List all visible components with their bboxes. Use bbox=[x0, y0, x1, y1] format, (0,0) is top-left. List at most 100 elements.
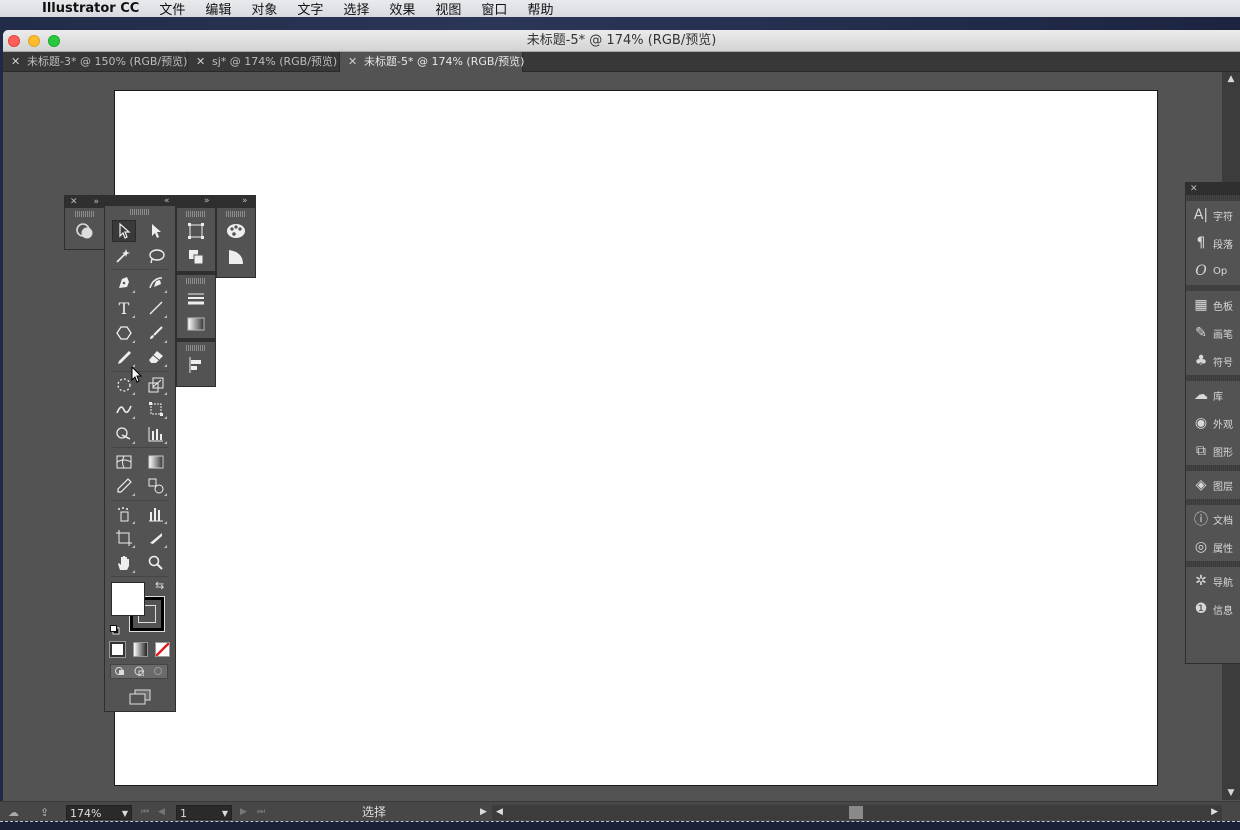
menu-window[interactable]: 窗口 bbox=[471, 0, 517, 18]
blend-tool-icon[interactable] bbox=[144, 475, 168, 497]
close-icon[interactable]: ✕ bbox=[1190, 183, 1198, 195]
dock-item-info[interactable]: ❶ 信息 bbox=[1186, 595, 1240, 623]
chevron-down-icon[interactable]: ▼ bbox=[222, 806, 228, 821]
close-window-button[interactable] bbox=[8, 35, 20, 47]
scroll-down-arrow-icon[interactable]: ▼ bbox=[1222, 786, 1240, 800]
dock-item-libraries[interactable]: ☁ 库 bbox=[1186, 381, 1240, 409]
menu-file[interactable]: 文件 bbox=[149, 0, 195, 18]
previous-artboard-icon[interactable]: ◀ bbox=[158, 805, 165, 820]
curvature-tool-icon[interactable] bbox=[144, 272, 168, 294]
menu-select[interactable]: 选择 bbox=[333, 0, 379, 18]
eraser-tool-icon[interactable] bbox=[144, 346, 168, 368]
dock-item-document-info[interactable]: ⓘ 文档 bbox=[1186, 505, 1240, 533]
dock-item-symbols[interactable]: ♣ 符号 bbox=[1186, 347, 1240, 375]
expand-icon[interactable]: » bbox=[242, 195, 248, 207]
panel-grip[interactable] bbox=[130, 209, 150, 215]
column-graph-tool-icon[interactable] bbox=[144, 423, 168, 445]
menu-type[interactable]: 文字 bbox=[287, 0, 333, 18]
minimize-window-button[interactable] bbox=[28, 35, 40, 47]
menu-object[interactable]: 对象 bbox=[241, 0, 287, 18]
dock-item-paragraph[interactable]: ¶ 段落 bbox=[1186, 229, 1240, 257]
free-transform-tool-icon[interactable] bbox=[144, 398, 168, 420]
magic-wand-tool-icon[interactable] bbox=[112, 245, 136, 267]
expand-icon[interactable]: » bbox=[93, 196, 99, 208]
panel-grip[interactable] bbox=[186, 278, 206, 284]
app-menu[interactable]: Illustrator CC bbox=[30, 1, 149, 16]
scale-tool-icon[interactable] bbox=[144, 374, 168, 396]
artboard-canvas[interactable] bbox=[114, 90, 1158, 786]
pathfinder-icon[interactable] bbox=[182, 245, 210, 269]
menu-view[interactable]: 视图 bbox=[425, 0, 471, 18]
document-tab-active[interactable]: ✕ 未标题-5* @ 174% (RGB/预览) bbox=[340, 52, 524, 72]
dock-item-character[interactable]: A| 字符 bbox=[1186, 201, 1240, 229]
dock-item-attributes[interactable]: ◎ 属性 bbox=[1186, 533, 1240, 561]
panel-header[interactable]: ✕ » bbox=[65, 196, 104, 208]
panel-grip[interactable] bbox=[74, 211, 95, 217]
color-palette-icon[interactable] bbox=[222, 219, 250, 243]
panel-grip[interactable] bbox=[186, 211, 206, 217]
polygon-tool-icon[interactable] bbox=[112, 322, 136, 344]
mesh-tool-icon[interactable] bbox=[112, 451, 136, 473]
align-icon[interactable] bbox=[182, 353, 210, 377]
dock-item-opentype[interactable]: O Op bbox=[1186, 257, 1240, 285]
close-icon[interactable]: ✕ bbox=[348, 52, 358, 72]
menu-edit[interactable]: 编辑 bbox=[195, 0, 241, 18]
transform-icon[interactable] bbox=[182, 219, 210, 243]
zoom-window-button[interactable] bbox=[48, 35, 60, 47]
none-mode-icon[interactable] bbox=[155, 641, 170, 657]
panel-grip[interactable] bbox=[226, 211, 246, 217]
screen-mode-icon[interactable] bbox=[105, 682, 175, 712]
status-menu-arrow-icon[interactable]: ▶ bbox=[480, 805, 487, 820]
horizontal-scrollbar[interactable]: ◀ ▶ bbox=[492, 805, 1222, 820]
draw-normal-icon[interactable] bbox=[110, 663, 168, 679]
horizontal-scroll-thumb[interactable] bbox=[849, 806, 863, 819]
gradient-mode-icon[interactable] bbox=[132, 641, 148, 657]
line-segment-tool-icon[interactable] bbox=[144, 297, 168, 319]
share-icon[interactable]: ⇪ bbox=[40, 805, 49, 820]
last-artboard-icon[interactable]: ⏭ bbox=[257, 805, 265, 820]
color-mode-icon[interactable] bbox=[109, 640, 126, 658]
selection-tool-icon[interactable] bbox=[112, 220, 136, 243]
paintbrush-tool-icon[interactable] bbox=[144, 322, 168, 344]
dock-item-brushes[interactable]: ✎ 画笔 bbox=[1186, 319, 1240, 347]
stroke-icon[interactable] bbox=[182, 286, 210, 310]
pen-tool-icon[interactable] bbox=[112, 272, 136, 294]
cloud-sync-icon[interactable]: ☁ bbox=[8, 805, 19, 820]
swap-fill-stroke-icon[interactable]: ⇆ bbox=[155, 579, 164, 592]
dock-item-navigator[interactable]: ✲ 导航 bbox=[1186, 567, 1240, 595]
menu-help[interactable]: 帮助 bbox=[517, 0, 563, 18]
gradient-panel-icon[interactable] bbox=[182, 312, 210, 336]
panel-header[interactable]: ✕ bbox=[1186, 183, 1240, 195]
menu-effect[interactable]: 效果 bbox=[379, 0, 425, 18]
width-tool-icon[interactable] bbox=[112, 398, 136, 420]
lasso-tool-icon[interactable] bbox=[144, 245, 168, 267]
expand-icon[interactable]: » bbox=[204, 195, 210, 207]
dock-item-swatches[interactable]: ▦ 色板 bbox=[1186, 291, 1240, 319]
slice-tool-icon[interactable] bbox=[144, 527, 168, 549]
close-icon[interactable]: ✕ bbox=[196, 52, 206, 72]
bar-graph-tool-icon[interactable] bbox=[144, 503, 168, 525]
scroll-up-arrow-icon[interactable]: ▲ bbox=[1222, 72, 1240, 86]
first-artboard-icon[interactable]: ⏮ bbox=[141, 805, 149, 820]
shape-builder-tool-icon[interactable] bbox=[112, 423, 136, 445]
artboard-number-field[interactable]: 1 ▼ bbox=[176, 805, 232, 820]
type-tool-icon[interactable]: T bbox=[112, 297, 136, 319]
default-fill-stroke-icon[interactable] bbox=[110, 620, 120, 635]
chevron-down-icon[interactable]: ▼ bbox=[122, 806, 128, 821]
direct-selection-tool-icon[interactable] bbox=[144, 220, 168, 242]
zoom-tool-icon[interactable] bbox=[144, 552, 168, 574]
zoom-level-field[interactable]: 174% ▼ bbox=[66, 805, 132, 820]
dock-item-graphic-styles[interactable]: ⧉ 图形 bbox=[1186, 437, 1240, 465]
pencil-tool-icon[interactable] bbox=[112, 346, 136, 368]
dock-item-appearance[interactable]: ◉ 外观 bbox=[1186, 409, 1240, 437]
pathfinder-icon[interactable] bbox=[71, 219, 99, 243]
window-titlebar[interactable]: 未标题-5* @ 174% (RGB/预览) bbox=[3, 30, 1240, 52]
next-artboard-icon[interactable]: ▶ bbox=[240, 805, 247, 820]
close-icon[interactable]: ✕ bbox=[11, 52, 21, 72]
fill-color-swatch[interactable] bbox=[111, 582, 145, 617]
color-guide-icon[interactable] bbox=[222, 245, 250, 269]
artboard-tool-icon[interactable] bbox=[112, 527, 136, 549]
panel-grip[interactable] bbox=[186, 345, 206, 351]
dock-item-layers[interactable]: ◈ 图层 bbox=[1186, 471, 1240, 499]
symbol-sprayer-tool-icon[interactable] bbox=[112, 503, 136, 525]
